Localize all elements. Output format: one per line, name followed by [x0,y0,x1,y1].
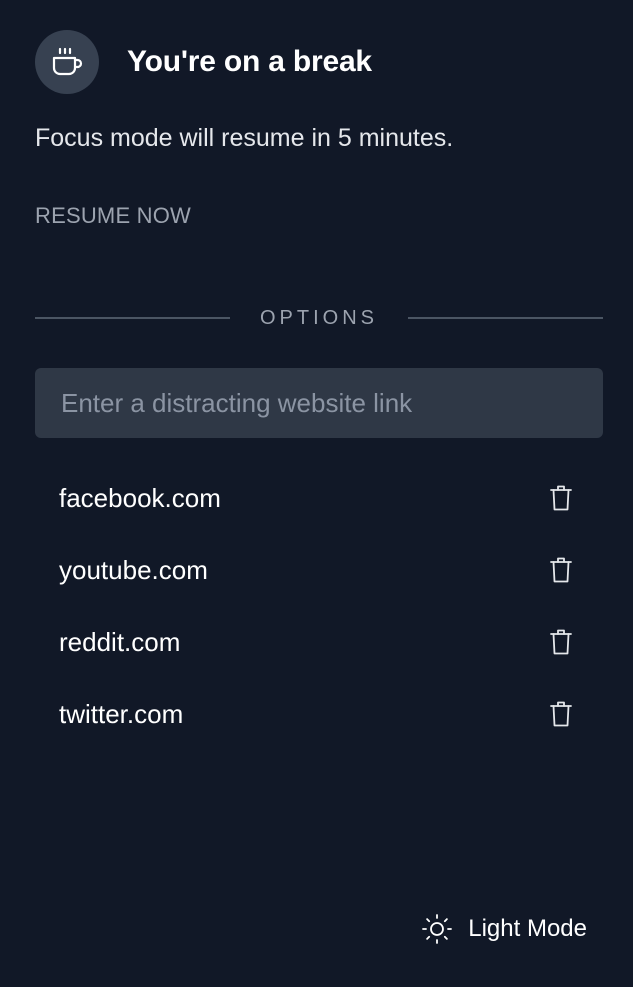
divider-line-left [35,317,230,319]
website-link-input[interactable] [59,386,603,420]
trash-icon[interactable] [547,554,575,586]
light-mode-toggle[interactable]: Light Mode [420,912,587,946]
page-title: You're on a break [127,45,372,78]
site-label: reddit.com [59,626,181,657]
trash-icon[interactable] [547,626,575,658]
avatar [35,30,99,94]
sun-icon [422,914,453,944]
options-divider: OPTIONS [35,304,604,332]
site-label: facebook.com [59,482,221,513]
divider-line-right [408,317,604,319]
list-item: twitter.com [35,678,603,750]
coffee-cup-icon [52,47,83,76]
list-item: reddit.com [35,606,603,678]
site-label: youtube.com [59,554,208,585]
trash-icon[interactable] [547,698,575,730]
list-item: youtube.com [35,534,603,606]
resume-now-button[interactable]: RESUME NOW [35,203,191,229]
options-heading: OPTIONS [260,306,379,329]
break-header: You're on a break [35,30,372,94]
light-mode-label: Light Mode [468,915,587,942]
list-item: facebook.com [35,462,603,534]
blocked-site-list: facebook.com youtube.com reddit.com twit… [35,462,603,750]
site-label: twitter.com [59,698,184,729]
website-input-container [35,368,603,438]
trash-icon[interactable] [547,482,575,514]
resume-countdown-text: Focus mode will resume in 5 minutes. [35,124,454,152]
